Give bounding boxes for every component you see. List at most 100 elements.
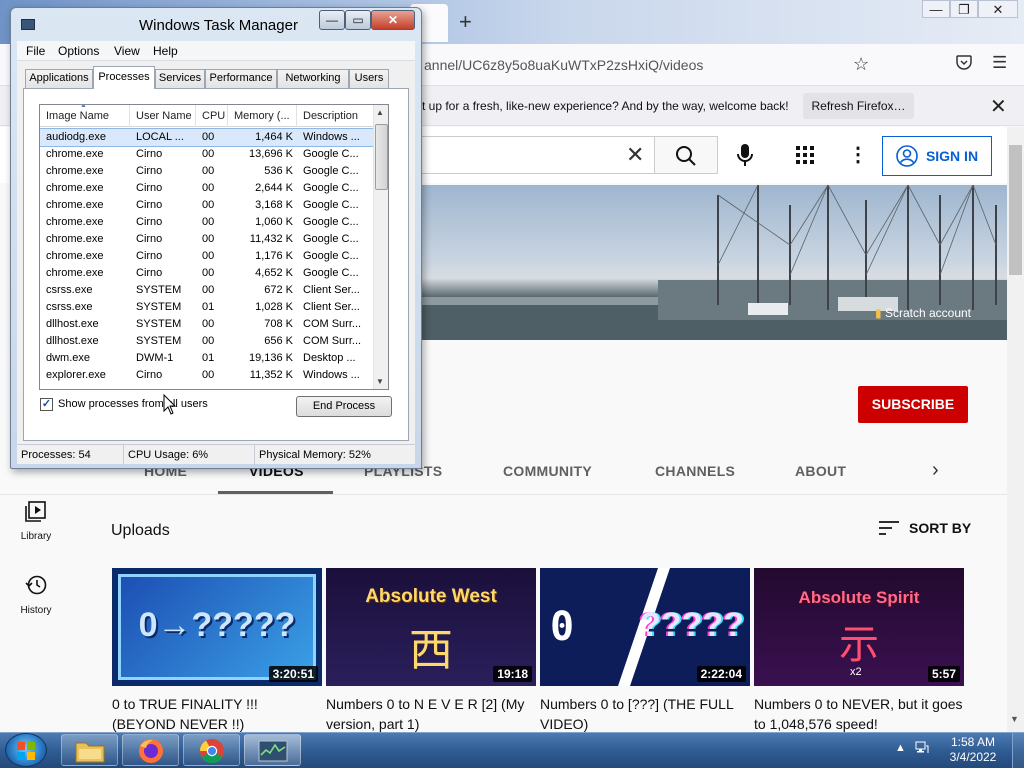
tab-channels[interactable]: CHANNELS (655, 463, 735, 479)
refresh-firefox-button[interactable]: Refresh Firefox… (803, 93, 914, 119)
scroll-up-arrow-icon[interactable]: ▲ (376, 108, 384, 117)
table-row[interactable]: chrome.exe Cirno 00 1,176 K Google C... (40, 248, 373, 265)
tab-processes[interactable]: Processes (93, 66, 155, 89)
taskbar-task-manager-button[interactable] (244, 734, 301, 766)
maximize-button[interactable]: ▭ (345, 10, 371, 30)
column-description[interactable]: Description (297, 105, 373, 127)
taskbar-explorer-button[interactable] (61, 734, 118, 766)
pocket-icon[interactable] (956, 55, 972, 74)
close-window-button[interactable]: ✕ (371, 10, 415, 30)
video-title-link[interactable]: Numbers 0 to [???] (THE FULL VIDEO) (540, 694, 750, 732)
video-thumbnail[interactable]: 0→????? 3:20:51 (112, 568, 322, 686)
process-list-scrollbar-thumb[interactable] (375, 124, 388, 190)
video-duration: 5:57 (927, 666, 960, 682)
minimize-button[interactable]: — (319, 10, 345, 30)
table-row[interactable]: dllhost.exe SYSTEM 00 708 K COM Surr... (40, 316, 373, 333)
scratch-account-link[interactable]: ▮ Scratch account (875, 306, 971, 320)
search-icon (676, 146, 696, 166)
cell-memory: 1,464 K (255, 131, 293, 143)
video-title-link[interactable]: 0 to TRUE FINALITY !!! (BEYOND NEVER !!) (112, 694, 322, 732)
search-button[interactable] (654, 136, 718, 174)
video-title-link[interactable]: Numbers 0 to N E V E R [2] (My version, … (326, 694, 536, 732)
scroll-down-arrow-icon[interactable]: ▼ (1010, 714, 1019, 724)
process-list[interactable]: Image Name User Name CPU Memory (... Des… (39, 104, 389, 390)
history-icon (25, 575, 47, 595)
microphone-icon[interactable] (736, 143, 754, 172)
table-row[interactable]: chrome.exe Cirno 00 3,168 K Google C... (40, 197, 373, 214)
video-title-link[interactable]: Numbers 0 to NEVER, but it goes to 1,048… (754, 694, 964, 732)
bookmark-star-icon[interactable]: ☆ (853, 54, 869, 75)
table-row[interactable]: dllhost.exe SYSTEM 00 656 K COM Surr... (40, 333, 373, 350)
sort-by-button[interactable]: SORT BY (879, 520, 971, 536)
cell-memory: 656 K (264, 335, 293, 347)
start-button[interactable] (5, 733, 47, 767)
cell-cpu: 00 (202, 182, 215, 194)
table-row[interactable]: explorer.exe Cirno 00 11,352 K Windows ... (40, 367, 373, 384)
show-all-processes-label[interactable]: Show processes from all users (58, 398, 208, 410)
menu-options[interactable]: Options (58, 44, 99, 58)
table-row[interactable]: chrome.exe Cirno 00 536 K Google C... (40, 163, 373, 180)
new-tab-button[interactable]: + (459, 9, 472, 35)
guide-library[interactable]: Library (0, 500, 72, 542)
sign-in-button[interactable]: SIGN IN (882, 136, 992, 176)
video-thumbnail[interactable]: Absolute West 西 19:18 (326, 568, 536, 686)
table-row[interactable]: chrome.exe Cirno 00 4,652 K Google C... (40, 265, 373, 282)
table-row[interactable]: chrome.exe Cirno 00 2,644 K Google C... (40, 180, 373, 197)
cell-image-name: chrome.exe (46, 165, 104, 177)
tab-services[interactable]: Services (155, 69, 205, 88)
process-list-header: Image Name User Name CPU Memory (... Des… (40, 105, 373, 127)
tab-community[interactable]: COMMUNITY (503, 463, 592, 479)
video-thumbnail[interactable]: 0 ????? 2:22:04 (540, 568, 750, 686)
show-desktop-button[interactable] (1012, 733, 1024, 768)
tab-users[interactable]: Users (349, 69, 389, 88)
column-user-name[interactable]: User Name (130, 105, 196, 127)
show-all-processes-checkbox[interactable]: ✓ (40, 398, 53, 411)
close-icon[interactable]: ✕ (990, 94, 1007, 119)
tab-performance[interactable]: Performance (205, 69, 277, 88)
column-memory[interactable]: Memory (... (228, 105, 297, 127)
more-options-icon[interactable]: ⋮ (848, 142, 868, 167)
apps-grid-icon[interactable] (796, 146, 814, 169)
table-row[interactable]: csrss.exe SYSTEM 01 1,028 K Client Ser... (40, 299, 373, 316)
table-row[interactable]: chrome.exe Cirno 00 1,060 K Google C... (40, 214, 373, 231)
cell-user-name: Cirno (136, 199, 163, 211)
library-icon (25, 501, 46, 522)
page-scrollbar-thumb[interactable] (1009, 145, 1022, 275)
hamburger-menu-icon[interactable]: ☰ (992, 53, 1007, 73)
table-row[interactable]: dwm.exe DWM-1 01 19,136 K Desktop ... (40, 350, 373, 367)
network-icon[interactable] (915, 740, 929, 757)
taskbar-chrome-button[interactable] (183, 734, 240, 766)
tab-about[interactable]: ABOUT (795, 463, 846, 479)
tray-show-hidden-icon[interactable]: ▲ (895, 742, 906, 754)
table-row[interactable]: chrome.exe Cirno 00 13,696 K Google C... (40, 146, 373, 163)
clear-search-icon[interactable]: ✕ (626, 142, 644, 168)
scroll-down-arrow-icon[interactable]: ▼ (376, 377, 384, 386)
sort-arrow-icon: ▲ (80, 104, 87, 109)
url-bar[interactable]: annel/UC6z8y5o8uaKuWTxP2zsHxiQ/videos (424, 57, 703, 73)
cell-description: Client Ser... (303, 301, 360, 313)
cell-user-name: Cirno (136, 267, 163, 279)
table-row[interactable]: audiodg.exe LOCAL ... 00 1,464 K Windows ... (40, 128, 374, 147)
menu-view[interactable]: View (114, 44, 140, 58)
menu-help[interactable]: Help (153, 44, 178, 58)
cell-image-name: chrome.exe (46, 233, 104, 245)
taskbar-clock[interactable]: 1:58 AM 3/4/2022 (938, 735, 1008, 765)
video-thumbnail[interactable]: Absolute Spirit 示 x2 5:57 (754, 568, 964, 686)
sign-in-label: SIGN IN (925, 148, 979, 164)
maximize-button[interactable]: ❐ (950, 0, 978, 18)
table-row[interactable]: chrome.exe Cirno 00 11,432 K Google C... (40, 231, 373, 248)
close-window-button[interactable]: ✕ (978, 0, 1018, 18)
cell-memory: 1,028 K (255, 301, 293, 313)
column-cpu[interactable]: CPU (196, 105, 228, 127)
tab-networking[interactable]: Networking (277, 69, 349, 88)
tab-applications[interactable]: Applications (25, 69, 93, 88)
chevron-right-icon[interactable]: › (932, 459, 939, 482)
menu-file[interactable]: File (26, 44, 45, 58)
taskbar-firefox-button[interactable] (122, 734, 179, 766)
guide-history[interactable]: History (0, 574, 72, 616)
search-input[interactable] (418, 136, 654, 174)
end-process-button[interactable]: End Process (296, 396, 392, 417)
table-row[interactable]: csrss.exe SYSTEM 00 672 K Client Ser... (40, 282, 373, 299)
minimize-button[interactable]: — (922, 0, 950, 18)
subscribe-button[interactable]: SUBSCRIBE (858, 386, 968, 423)
